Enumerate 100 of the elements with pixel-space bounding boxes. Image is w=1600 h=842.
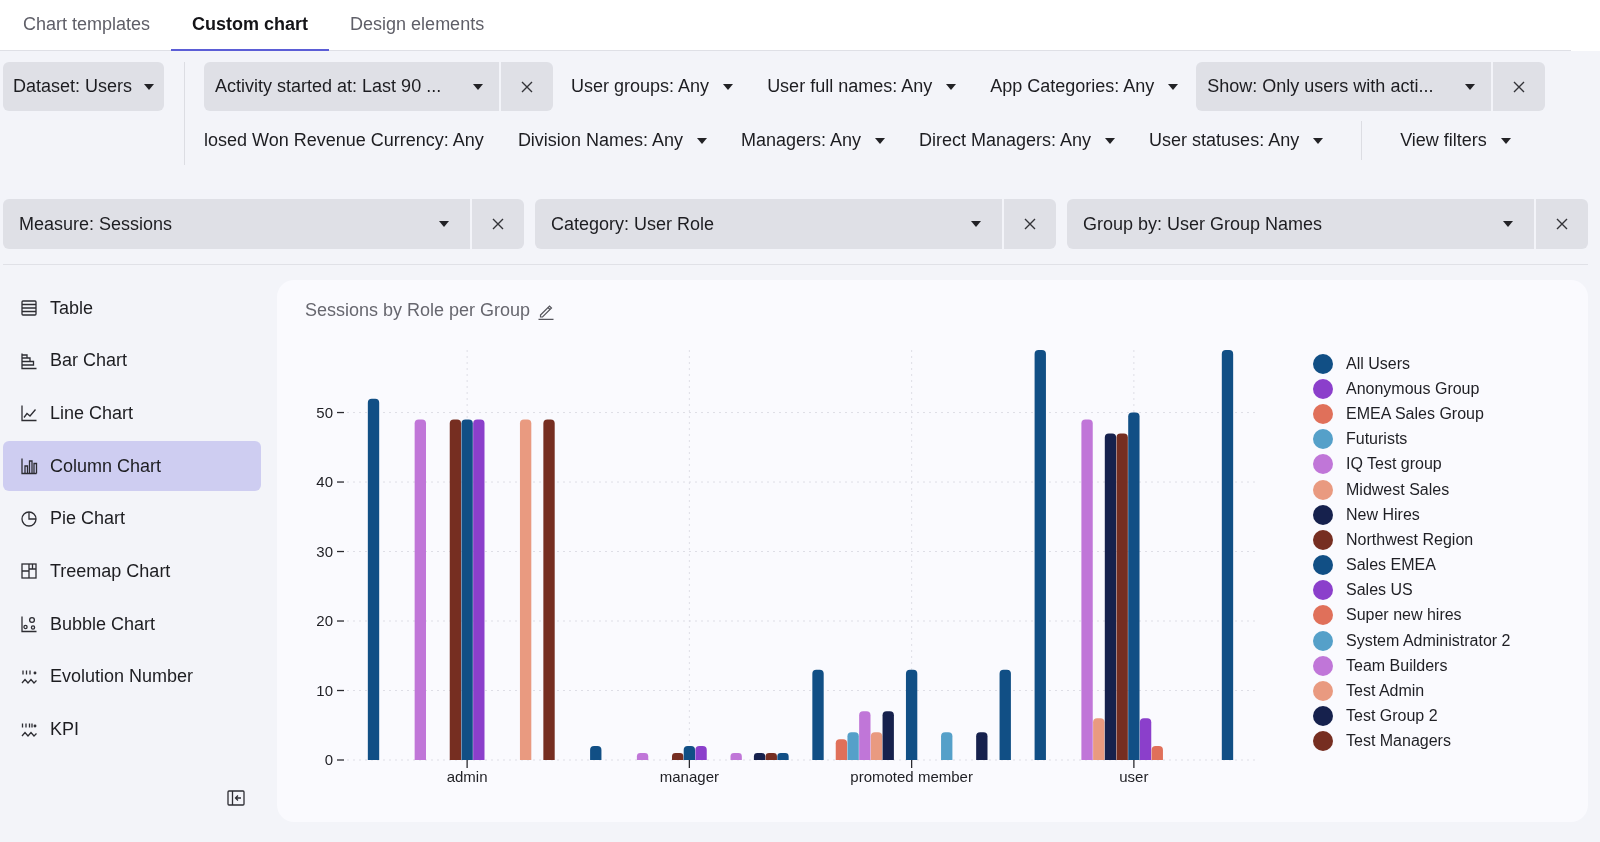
tick-mark	[336, 620, 345, 622]
bar	[976, 732, 988, 760]
tab[interactable]: Design elements	[329, 0, 506, 51]
close-icon	[492, 218, 504, 230]
chart-title: Sessions by Role per Group	[305, 300, 531, 321]
filter-dropdown[interactable]: Division Names: Any	[501, 116, 723, 165]
tick-mark	[911, 759, 913, 769]
y-axis-label: 30	[316, 542, 333, 560]
chart-type-item[interactable]: Treemap Chart	[3, 546, 261, 597]
bubble-chart-icon	[20, 615, 38, 634]
chart-setting-dropdown[interactable]: Category: User Role	[535, 199, 1002, 249]
bar	[835, 739, 848, 760]
legend-label: Sales US	[1346, 581, 1413, 600]
caret-icon	[1503, 221, 1513, 227]
chart-type-item[interactable]: Evolution Number	[3, 651, 261, 702]
caret-icon	[946, 83, 957, 90]
legend-label: System Administrator 2	[1346, 631, 1511, 650]
legend-label: Test Admin	[1346, 682, 1425, 701]
tick-mark	[1133, 759, 1135, 769]
filter-dropdown[interactable]: losed Won Revenue Currency: Any	[204, 116, 500, 165]
chart-type-item[interactable]: Pie Chart	[3, 493, 261, 544]
x-axis-label: manager	[659, 768, 719, 785]
filter-dropdown[interactable]: App Categories: Any	[974, 62, 1195, 111]
clear-button[interactable]	[1004, 199, 1056, 249]
tick-mark	[336, 411, 345, 414]
y-axis-label: 20	[316, 612, 333, 629]
tick-mark	[336, 689, 345, 692]
filter-dropdown[interactable]: Activity started at: Last 90 ...	[204, 62, 500, 111]
chart-type-item[interactable]: Line Chart	[3, 388, 261, 439]
collapse-sidebar-icon	[227, 790, 245, 806]
chart-type-item[interactable]: Table	[3, 283, 261, 333]
legend-label: Futurists	[1346, 430, 1408, 449]
column-chart-icon	[20, 457, 38, 476]
filter-dropdown[interactable]: User full names: Any	[751, 62, 973, 111]
legend-label: EMEA Sales Group	[1346, 404, 1484, 423]
clear-button[interactable]	[1493, 62, 1546, 111]
view-filters-dropdown[interactable]: View filters	[1384, 116, 1527, 165]
caret-icon	[723, 83, 734, 90]
legend-label: Northwest Region	[1346, 530, 1474, 549]
bar-chart-icon	[20, 351, 38, 370]
clear-button[interactable]	[1536, 199, 1588, 249]
y-axis-label: 10	[316, 681, 333, 699]
caret-icon	[1313, 137, 1324, 144]
x-axis-label: user	[1119, 768, 1149, 785]
legend-label: Sales EMEA	[1346, 556, 1436, 575]
tick-mark	[466, 759, 468, 769]
chart-type-item[interactable]: Bar Chart	[3, 335, 261, 386]
bar	[941, 732, 953, 760]
close-icon	[1556, 218, 1568, 230]
legend-label: Test Managers	[1346, 732, 1451, 751]
tick-mark	[336, 481, 345, 483]
clear-button[interactable]	[472, 199, 524, 249]
close-icon	[1513, 80, 1526, 93]
legend-label: New Hires	[1346, 505, 1420, 524]
tick-mark	[336, 759, 345, 761]
chart-setting-dropdown[interactable]: Measure: Sessions	[3, 199, 470, 249]
caret-icon	[144, 83, 155, 90]
pie-chart-icon	[20, 509, 38, 528]
legend-label: Super new hires	[1346, 606, 1462, 625]
dataset-dropdown[interactable]: Dataset: Users	[3, 62, 165, 111]
x-axis-label: promoted member	[850, 768, 973, 785]
line-chart-icon	[20, 404, 38, 423]
caret-icon	[473, 83, 484, 90]
filter-dropdown[interactable]: User statuses: Any	[1133, 116, 1340, 165]
caret-icon	[1500, 137, 1511, 144]
filter-dropdown[interactable]: User groups: Any	[555, 62, 750, 111]
y-axis-label: 50	[316, 403, 333, 421]
chart-type-item[interactable]: Column Chart	[3, 441, 261, 492]
tab[interactable]: Custom chart	[171, 0, 330, 51]
legend-label: IQ Test group	[1346, 455, 1442, 474]
bar	[590, 746, 602, 760]
legend-label: All Users	[1346, 354, 1410, 373]
bar	[730, 753, 742, 760]
caret-icon	[1105, 137, 1116, 144]
legend-label: Midwest Sales	[1346, 480, 1450, 499]
bar	[695, 746, 707, 760]
chart-type-item[interactable]: Bubble Chart	[3, 599, 261, 650]
tick-mark	[688, 759, 691, 769]
tick-mark	[336, 550, 345, 553]
tab[interactable]: Chart templates	[2, 0, 172, 51]
table-icon	[20, 299, 38, 317]
caret-icon	[439, 221, 449, 227]
close-icon	[1024, 218, 1036, 230]
legend-label: Anonymous Group	[1346, 379, 1480, 398]
legend-label: Test Group 2	[1346, 707, 1438, 726]
caret-icon	[875, 137, 885, 144]
filter-dropdown[interactable]: Show: Only users with acti...	[1196, 62, 1492, 111]
y-axis-label: 40	[316, 473, 333, 491]
bar	[636, 753, 649, 760]
clear-button[interactable]	[501, 62, 554, 111]
caret-icon	[971, 221, 981, 227]
filter-dropdown[interactable]: Direct Managers: Any	[903, 116, 1132, 165]
chart-type-item[interactable]: KPI	[3, 704, 261, 755]
close-icon	[521, 80, 534, 93]
collapse-button[interactable]	[227, 790, 245, 806]
chart-setting-dropdown[interactable]: Group by: User Group Names	[1067, 199, 1534, 249]
legend-label: Team Builders	[1346, 656, 1448, 675]
caret-icon	[1168, 83, 1179, 90]
y-axis-label: 0	[324, 751, 333, 768]
filter-dropdown[interactable]: Managers: Any	[724, 116, 901, 165]
